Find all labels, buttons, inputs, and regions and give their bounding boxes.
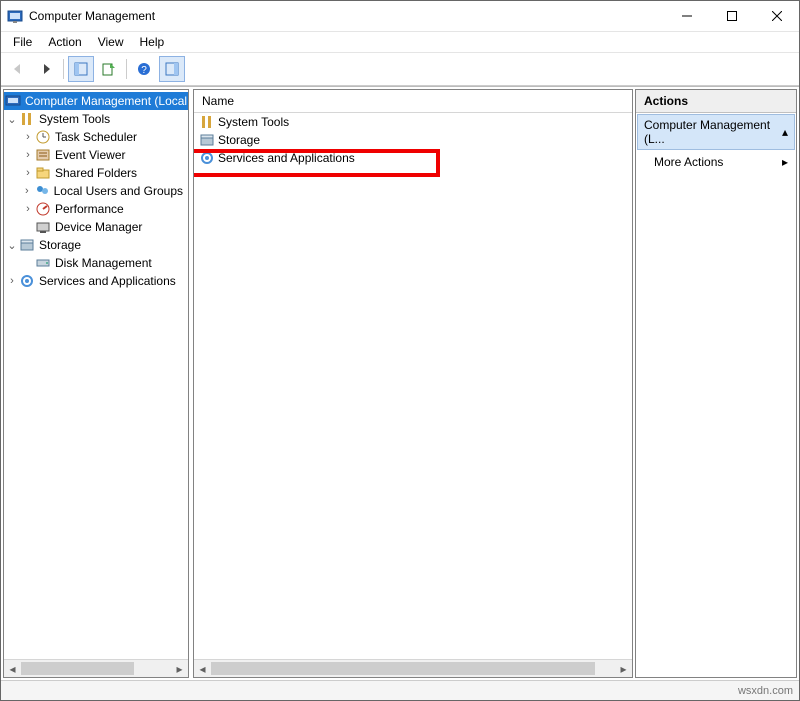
tree-storage-label: Storage [38,238,82,252]
services-icon [199,150,215,166]
show-hide-action-pane-button[interactable] [159,56,185,82]
export-list-button[interactable] [96,56,122,82]
maximize-button[interactable] [709,2,754,31]
expander-icon[interactable]: › [22,167,34,179]
expander-icon[interactable]: › [21,185,32,197]
window-title: Computer Management [29,9,664,23]
expander-icon[interactable]: ⌄ [6,239,18,252]
clock-icon [35,129,51,145]
tree-shared-folders[interactable]: › Shared Folders [4,164,188,182]
storage-icon [199,132,215,148]
expander-icon[interactable]: › [22,131,34,143]
toolbar: ? [1,53,799,86]
show-hide-tree-button[interactable] [68,56,94,82]
scroll-track[interactable] [21,660,171,677]
tree-pane: Computer Management (Local ⌄ System Tool… [3,89,189,678]
close-button[interactable] [754,2,799,31]
list-pane: Name System Tools Storage Services and A… [193,89,633,678]
scroll-track[interactable] [211,660,615,677]
nav-forward-button[interactable] [33,56,59,82]
event-viewer-icon [35,147,51,163]
tree-shared-folders-label: Shared Folders [54,166,138,180]
services-icon [19,273,35,289]
menu-file[interactable]: File [5,33,40,51]
menu-action[interactable]: Action [40,33,89,51]
scroll-right-button[interactable]: ▸ [615,660,632,677]
tree-device-manager[interactable]: Device Manager [4,218,188,236]
status-bar: wsxdn.com [1,680,799,700]
action-more-actions[interactable]: More Actions ▸ [636,151,796,173]
action-label: More Actions [654,155,723,169]
scroll-right-button[interactable]: ▸ [171,660,188,677]
expander-icon[interactable]: › [22,149,34,161]
list-body[interactable]: System Tools Storage Services and Applic… [194,113,632,659]
tree-event-viewer-label: Event Viewer [54,148,126,162]
tree-system-tools-label: System Tools [38,112,111,126]
list-item-label: Services and Applications [218,151,355,165]
disk-mgmt-icon [35,255,51,271]
console-tree[interactable]: Computer Management (Local ⌄ System Tool… [4,90,188,659]
shared-folders-icon [35,165,51,181]
list-hscrollbar[interactable]: ◂ ▸ [194,659,632,677]
tree-task-scheduler[interactable]: › Task Scheduler [4,128,188,146]
tree-services-apps[interactable]: › Services and Applications [4,272,188,290]
performance-icon [35,201,51,217]
submenu-arrow-icon: ▸ [782,155,788,169]
collapse-icon[interactable]: ▴ [782,125,788,139]
minimize-button[interactable] [664,2,709,31]
tree-local-users[interactable]: › Local Users and Groups [4,182,188,200]
tree-hscrollbar[interactable]: ◂ ▸ [4,659,188,677]
watermark-text: wsxdn.com [738,685,793,697]
toolbar-separator [63,59,64,79]
svg-text:?: ? [141,65,147,76]
expander-icon[interactable]: › [6,275,18,287]
actions-context-label: Computer Management (L... [644,118,782,146]
tree-disk-management[interactable]: Disk Management [4,254,188,272]
app-icon [7,8,23,24]
scroll-left-button[interactable]: ◂ [194,660,211,677]
client-area: Computer Management (Local ⌄ System Tool… [1,86,799,680]
tree-root-label: Computer Management (Local [24,94,188,108]
list-header-name: Name [202,94,234,108]
tree-task-scheduler-label: Task Scheduler [54,130,138,144]
nav-back-button[interactable] [5,56,31,82]
storage-icon [19,237,35,253]
list-item-storage[interactable]: Storage [194,131,632,149]
system-tools-icon [19,111,35,127]
actions-pane-title: Actions [636,90,796,113]
tree-event-viewer[interactable]: › Event Viewer [4,146,188,164]
tree-root[interactable]: Computer Management (Local [4,92,188,110]
device-manager-icon [35,219,51,235]
list-item-services-apps[interactable]: Services and Applications [194,149,632,167]
tree-services-apps-label: Services and Applications [38,274,177,288]
menu-help[interactable]: Help [132,33,173,51]
toolbar-separator [126,59,127,79]
expander-icon[interactable]: ⌄ [6,113,18,126]
titlebar[interactable]: Computer Management [1,1,799,32]
actions-context-header[interactable]: Computer Management (L... ▴ [637,114,795,150]
list-column-header[interactable]: Name [194,90,632,113]
users-icon [34,183,50,199]
tree-device-manager-label: Device Manager [54,220,143,234]
system-tools-icon [199,114,215,130]
tree-local-users-label: Local Users and Groups [53,184,184,198]
tree-storage[interactable]: ⌄ Storage [4,236,188,254]
list-item-label: Storage [218,133,260,147]
tree-disk-management-label: Disk Management [54,256,153,270]
tree-performance[interactable]: › Performance [4,200,188,218]
list-item-label: System Tools [218,115,289,129]
list-item-system-tools[interactable]: System Tools [194,113,632,131]
tree-system-tools[interactable]: ⌄ System Tools [4,110,188,128]
scroll-left-button[interactable]: ◂ [4,660,21,677]
expander-icon[interactable]: › [22,203,34,215]
menu-view[interactable]: View [90,33,132,51]
help-button[interactable]: ? [131,56,157,82]
actions-pane: Actions Computer Management (L... ▴ More… [635,89,797,678]
actions-body: More Actions ▸ [636,151,796,677]
menubar: File Action View Help [1,32,799,53]
window-root: Computer Management File Action View Hel… [0,0,800,701]
computer-mgmt-icon [5,93,21,109]
tree-performance-label: Performance [54,202,125,216]
